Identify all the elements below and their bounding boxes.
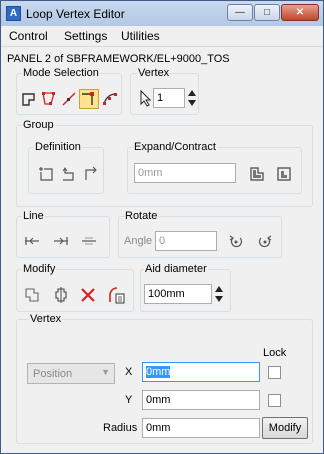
vertex-details-label: Vertex — [29, 313, 63, 325]
definition-step-out-icon[interactable] — [82, 165, 100, 183]
aid-diameter-group: Aid diameter 100mm — [140, 263, 231, 312]
x-value: 0mm — [146, 366, 171, 378]
close-icon: ✕ — [295, 7, 305, 18]
y-lock-checkbox[interactable] — [268, 394, 281, 407]
line-group: Line — [16, 210, 110, 258]
vertex-details-group: Vertex Lock Position ▼ X 0mm Y 0mm Radiu… — [16, 313, 313, 444]
rotate-group: Rotate Angle 0 — [118, 210, 282, 258]
loop-vertex-editor-window: A Loop Vertex Editor — □ ✕ Control Setti… — [0, 0, 324, 454]
expand-contract-input[interactable]: 0mm — [134, 163, 236, 183]
y-label: Y — [125, 394, 133, 406]
definition-group: Definition — [28, 141, 104, 194]
vertex-spinner[interactable] — [187, 88, 197, 108]
line-left-icon[interactable] — [23, 232, 41, 250]
definition-step-in-icon[interactable] — [60, 165, 78, 183]
menu-settings[interactable]: Settings — [64, 29, 107, 43]
definition-insert-icon[interactable] — [37, 165, 55, 183]
mode-selection-label: Mode Selection — [22, 67, 100, 79]
expand-contract-label: Expand/Contract — [133, 141, 217, 153]
maximize-icon: □ — [263, 7, 271, 18]
menu-control[interactable]: Control — [9, 29, 48, 43]
line-right-icon[interactable] — [52, 232, 70, 250]
app-icon: A — [6, 6, 21, 21]
rotate-ccw-icon[interactable] — [227, 232, 245, 250]
mode-selection-group: Mode Selection — [16, 67, 122, 115]
y-value: 0mm — [146, 394, 171, 406]
modify-split-icon[interactable] — [52, 286, 70, 304]
close-button[interactable]: ✕ — [281, 4, 319, 21]
rotate-cw-icon[interactable] — [256, 232, 274, 250]
x-label: X — [125, 366, 133, 378]
angle-input[interactable]: 0 — [155, 231, 217, 251]
window-title: Loop Vertex Editor — [26, 7, 125, 21]
contract-icon[interactable] — [275, 165, 293, 183]
expand-icon[interactable] — [248, 165, 266, 183]
position-dropdown-value: Position — [33, 368, 73, 380]
menu-bar: Control Settings Utilities — [1, 26, 323, 47]
modify-button[interactable]: Modify — [262, 417, 308, 439]
minimize-icon: — — [235, 7, 245, 18]
vertex-curve-icon[interactable] — [101, 90, 119, 108]
angle-value: 0 — [159, 235, 166, 247]
radius-value: 0mm — [146, 422, 171, 434]
delete-icon[interactable] — [79, 286, 97, 304]
vertex-group: Vertex 1 — [130, 67, 199, 115]
minimize-button[interactable]: — — [227, 4, 253, 21]
angle-label: Angle — [124, 235, 153, 247]
aid-diameter-label: Aid diameter — [144, 263, 208, 275]
x-lock-checkbox[interactable] — [268, 366, 281, 379]
vertex-number-value: 1 — [157, 92, 164, 104]
chevron-down-icon: ▼ — [101, 367, 110, 377]
definition-label: Definition — [34, 141, 82, 153]
modify-arc-icon[interactable] — [107, 285, 127, 305]
title-bar[interactable]: A Loop Vertex Editor — □ ✕ — [1, 1, 323, 26]
lock-label: Lock — [263, 347, 287, 359]
modify-group: Modify — [16, 263, 134, 312]
group-group: Group Definition Expand/Contract 0mm — [16, 119, 313, 207]
line-label: Line — [22, 210, 45, 222]
vertex-polygon-icon[interactable] — [40, 90, 58, 108]
maximize-button[interactable]: □ — [254, 4, 280, 21]
position-dropdown[interactable]: Position ▼ — [27, 363, 115, 384]
menu-utilities[interactable]: Utilities — [121, 29, 160, 43]
vertex-corner-icon[interactable] — [79, 89, 99, 109]
group-label: Group — [22, 119, 55, 131]
aid-diameter-input[interactable]: 100mm — [144, 284, 212, 304]
rotate-label: Rotate — [124, 210, 159, 222]
aid-diameter-spinner[interactable] — [214, 284, 224, 304]
vertex-number-input[interactable]: 1 — [153, 88, 185, 108]
y-input[interactable]: 0mm — [142, 390, 260, 410]
aid-diameter-value: 100mm — [148, 288, 185, 300]
x-input[interactable]: 0mm — [142, 362, 260, 382]
line-center-icon[interactable] — [80, 232, 98, 250]
vertex-line-icon[interactable] — [60, 90, 78, 108]
vertex-label: Vertex — [137, 67, 171, 79]
vertex-square-icon[interactable] — [20, 90, 38, 108]
modify-label: Modify — [22, 263, 57, 275]
radius-input[interactable]: 0mm — [142, 418, 260, 438]
radius-label: Radius — [103, 422, 138, 434]
expand-contract-value: 0mm — [138, 167, 163, 179]
expand-contract-group: Expand/Contract 0mm — [127, 141, 302, 194]
panel-title: PANEL 2 of SBFRAMEWORK/EL+9000_TOS — [7, 53, 230, 65]
modify-shape-icon[interactable] — [23, 286, 41, 304]
